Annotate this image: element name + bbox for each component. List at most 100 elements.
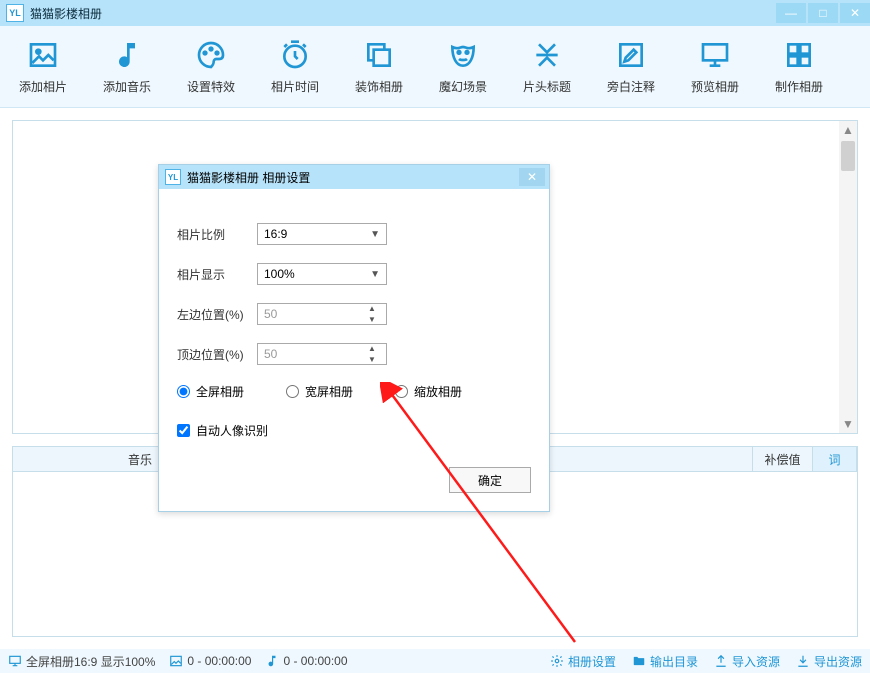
widescreen-radio-input[interactable] (286, 385, 299, 398)
ratio-select[interactable]: 16:9 ▼ (257, 223, 387, 245)
tool-label: 添加相片 (19, 78, 67, 95)
maximize-button[interactable]: □ (808, 3, 838, 23)
music-icon (110, 38, 144, 72)
tool-label: 魔幻场景 (439, 78, 487, 95)
top-pos-input[interactable]: 50 ▲▼ (257, 343, 387, 365)
monitor-icon (698, 38, 732, 72)
status-music-count: 0 - 00:00:00 (265, 654, 347, 668)
ratio-value: 16:9 (264, 227, 287, 241)
add-photo-button[interactable]: 添加相片 (10, 38, 76, 95)
fullscreen-radio[interactable]: 全屏相册 (177, 383, 244, 400)
clock-icon (278, 38, 312, 72)
add-music-button[interactable]: 添加音乐 (94, 38, 160, 95)
tool-label: 制作相册 (775, 78, 823, 95)
export-resources-link[interactable]: 导出资源 (796, 653, 862, 670)
monitor-icon (8, 654, 22, 668)
tool-label: 设置特效 (187, 78, 235, 95)
make-album-button[interactable]: 制作相册 (766, 38, 832, 95)
top-pos-label: 顶边位置(%) (177, 346, 257, 363)
grid-icon (782, 38, 816, 72)
tool-label: 旁白注释 (607, 78, 655, 95)
import-resources-link[interactable]: 导入资源 (714, 653, 780, 670)
dialog-footer: 确定 (177, 467, 531, 493)
left-pos-input[interactable]: 50 ▲▼ (257, 303, 387, 325)
photo-icon (26, 38, 60, 72)
set-effects-button[interactable]: 设置特效 (178, 38, 244, 95)
dialog-body: 相片比例 16:9 ▼ 相片显示 100% ▼ 左边位置(%) 50 ▲▼ 顶边… (159, 189, 549, 511)
spinner[interactable]: ▲▼ (364, 343, 380, 365)
edit-icon (614, 38, 648, 72)
dialog-title-text: 猫猫影楼相册 相册设置 (187, 169, 310, 186)
upload-icon (714, 654, 728, 668)
status-music-text: 0 - 00:00:00 (283, 654, 347, 668)
copy-icon (362, 38, 396, 72)
output-dir-link[interactable]: 输出目录 (632, 653, 698, 670)
chevron-down-icon: ▼ (370, 229, 380, 240)
main-toolbar: 添加相片 添加音乐 设置特效 相片时间 装饰相册 魔幻场景 片头标题 旁白注释 … (0, 26, 870, 108)
fullscreen-radio-input[interactable] (177, 385, 190, 398)
gear-icon (550, 654, 564, 668)
import-label: 导入资源 (732, 653, 780, 670)
checkbox-label: 自动人像识别 (196, 422, 268, 439)
dialog-titlebar: YL 猫猫影楼相册 相册设置 ✕ (159, 165, 549, 189)
title-button[interactable]: 片头标题 (514, 38, 580, 95)
col-offset[interactable]: 补偿值 (753, 447, 813, 471)
chevron-up-icon[interactable]: ▲ (364, 303, 380, 314)
mask-icon (446, 38, 480, 72)
app-icon: YL (6, 4, 24, 22)
dialog-close-button[interactable]: ✕ (519, 168, 545, 186)
album-settings-dialog: YL 猫猫影楼相册 相册设置 ✕ 相片比例 16:9 ▼ 相片显示 100% ▼… (158, 164, 550, 512)
display-label: 相片显示 (177, 266, 257, 283)
palette-icon (194, 38, 228, 72)
chevron-down-icon[interactable]: ▼ (364, 314, 380, 325)
album-settings-link[interactable]: 相册设置 (550, 653, 616, 670)
status-bar: 全屏相册16:9 显示100% 0 - 00:00:00 0 - 00:00:0… (0, 649, 870, 673)
photo-time-button[interactable]: 相片时间 (262, 38, 328, 95)
ok-button[interactable]: 确定 (449, 467, 531, 493)
title-bar: YL 猫猫影楼相册 ― □ ✕ (0, 0, 870, 26)
status-display: 全屏相册16:9 显示100% (8, 653, 155, 670)
narration-button[interactable]: 旁白注释 (598, 38, 664, 95)
title-icon (530, 38, 564, 72)
close-button[interactable]: ✕ (840, 3, 870, 23)
app-icon: YL (165, 169, 181, 185)
output-dir-label: 输出目录 (650, 653, 698, 670)
ratio-label: 相片比例 (177, 226, 257, 243)
scroll-thumb[interactable] (841, 141, 855, 171)
tool-label: 添加音乐 (103, 78, 151, 95)
scroll-up-icon[interactable]: ▲ (839, 121, 857, 139)
zoom-radio-input[interactable] (395, 385, 408, 398)
folder-icon (632, 654, 646, 668)
auto-face-checkbox-row[interactable]: 自动人像识别 (177, 422, 531, 439)
radio-label: 全屏相册 (196, 383, 244, 400)
tool-label: 装饰相册 (355, 78, 403, 95)
display-select[interactable]: 100% ▼ (257, 263, 387, 285)
album-mode-radio-group: 全屏相册 宽屏相册 缩放相册 (177, 383, 531, 400)
app-title: 猫猫影楼相册 (30, 5, 102, 22)
decorate-album-button[interactable]: 装饰相册 (346, 38, 412, 95)
status-display-text: 全屏相册16:9 显示100% (26, 653, 155, 670)
canvas-scrollbar[interactable]: ▲ ▼ (839, 121, 857, 433)
window-controls: ― □ ✕ (774, 3, 870, 23)
spinner[interactable]: ▲▼ (364, 303, 380, 325)
photo-icon (169, 654, 183, 668)
col-lyrics[interactable]: 词 (813, 447, 857, 471)
auto-face-checkbox[interactable] (177, 424, 190, 437)
zoom-radio[interactable]: 缩放相册 (395, 383, 462, 400)
status-photo-text: 0 - 00:00:00 (187, 654, 251, 668)
minimize-button[interactable]: ― (776, 3, 806, 23)
preview-album-button[interactable]: 预览相册 (682, 38, 748, 95)
left-pos-value: 50 (264, 307, 277, 321)
tool-label: 相片时间 (271, 78, 319, 95)
display-value: 100% (264, 267, 295, 281)
scroll-down-icon[interactable]: ▼ (839, 415, 857, 433)
chevron-down-icon[interactable]: ▼ (364, 354, 380, 365)
widescreen-radio[interactable]: 宽屏相册 (286, 383, 353, 400)
radio-label: 宽屏相册 (305, 383, 353, 400)
settings-label: 相册设置 (568, 653, 616, 670)
export-label: 导出资源 (814, 653, 862, 670)
magic-scene-button[interactable]: 魔幻场景 (430, 38, 496, 95)
chevron-up-icon[interactable]: ▲ (364, 343, 380, 354)
music-icon (265, 654, 279, 668)
status-photo-count: 0 - 00:00:00 (169, 654, 251, 668)
